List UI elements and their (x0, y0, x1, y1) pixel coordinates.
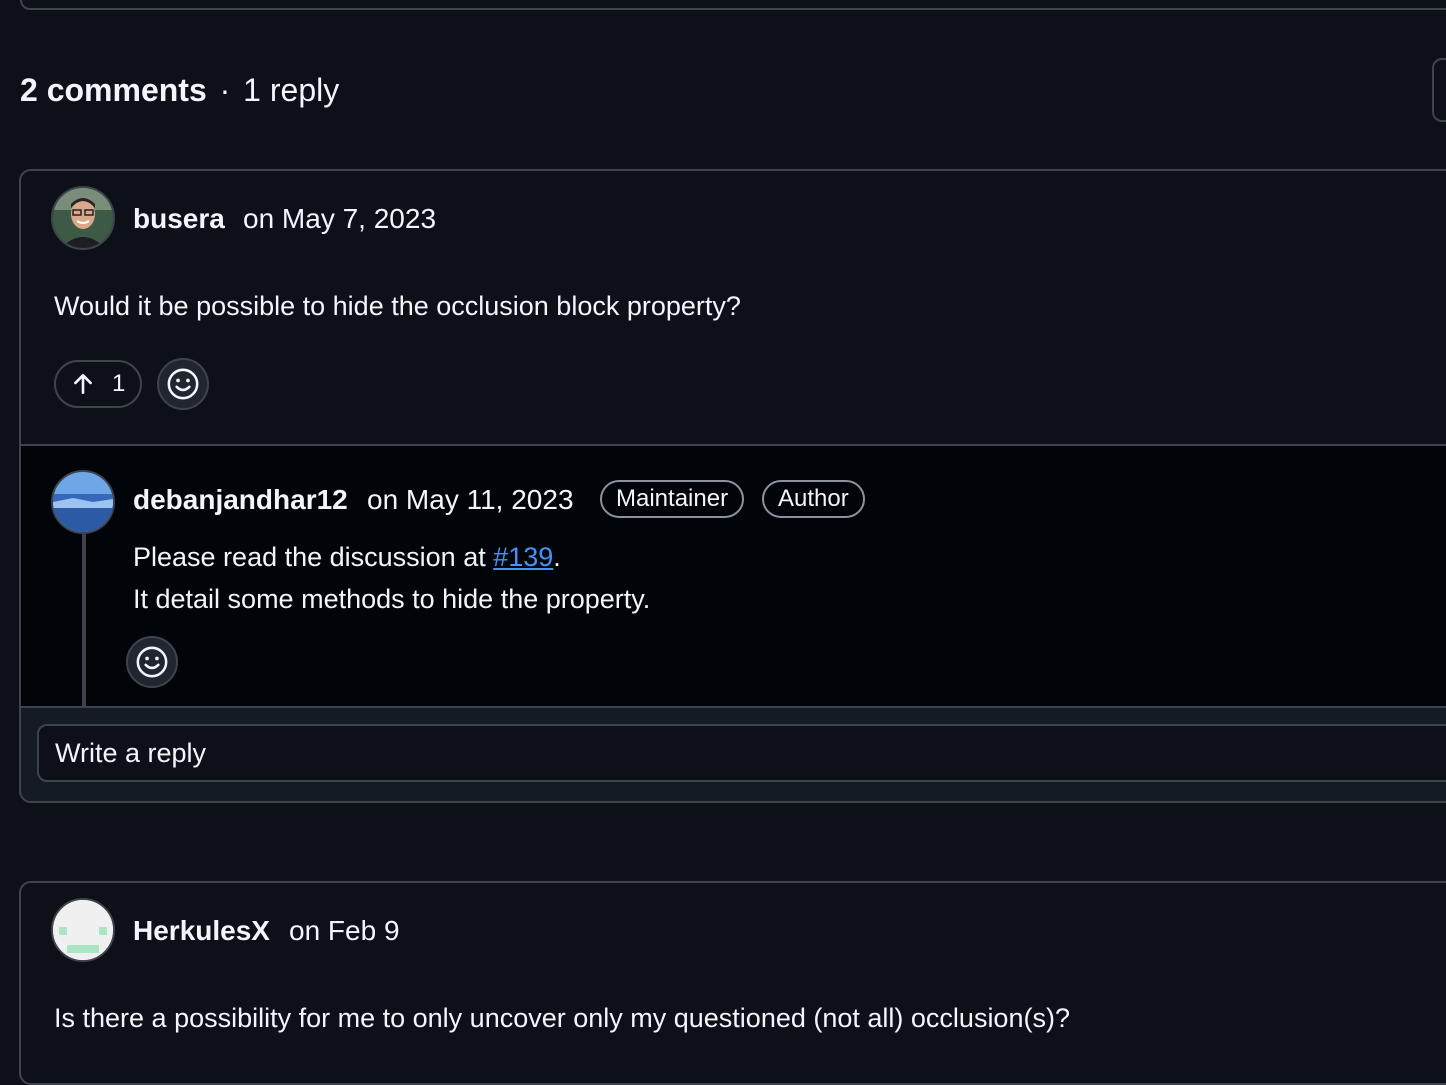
smiley-icon (136, 646, 168, 678)
comments-header: 2 comments · 1 reply (20, 70, 339, 110)
upvote-count: 1 (112, 370, 126, 397)
discussion-thread: busera on May 7, 2023 Would it be possib… (19, 169, 1446, 803)
sort-button[interactable] (1432, 58, 1446, 122)
avatar[interactable] (51, 898, 115, 962)
discussion-link[interactable]: #139 (493, 542, 553, 572)
comment-body: Would it be possible to hide the occlusi… (54, 291, 741, 321)
discussion-thread: HerkulesX on Feb 9 Is there a possibilit… (19, 881, 1446, 1085)
reply-body-punct: . (553, 542, 561, 572)
comment-date[interactable]: on May 7, 2023 (243, 201, 436, 237)
reply-section: debanjandhar12 on May 11, 2023 Maintaine… (21, 446, 1446, 707)
previous-section-box (20, 0, 1446, 10)
reply-thread-line (82, 532, 86, 707)
write-reply-input[interactable]: Write a reply (37, 724, 1446, 782)
upvote-button[interactable]: 1 (54, 360, 142, 408)
maintainer-badge: Maintainer (600, 480, 745, 518)
smiley-icon (167, 368, 199, 400)
comment-author[interactable]: busera (133, 201, 225, 237)
add-reaction-button[interactable] (157, 358, 209, 410)
replies-count: 1 reply (243, 72, 340, 108)
avatar[interactable] (51, 470, 115, 534)
reply-body-line-2: It detail some methods to hide the prope… (133, 584, 651, 614)
reply-date[interactable]: on May 11, 2023 (367, 482, 574, 518)
comment-body: Is there a possibility for me to only un… (54, 1003, 1070, 1033)
author-badge: Author (762, 480, 865, 518)
reply-body-text: Please read the discussion at (133, 542, 494, 572)
user-photo-icon (53, 188, 113, 248)
identicon-icon (53, 900, 113, 960)
comment-date[interactable]: on Feb 9 (289, 913, 400, 949)
arrow-up-icon (74, 374, 92, 394)
reply-footer: Write a reply (21, 708, 1446, 801)
reply-author[interactable]: debanjandhar12 (133, 482, 348, 518)
add-reaction-button[interactable] (126, 636, 178, 688)
comments-count: 2 comments (20, 72, 207, 108)
reply-body-line-1: Please read the discussion at #139. (133, 536, 561, 578)
comment-author[interactable]: HerkulesX (133, 913, 270, 949)
avatar[interactable] (51, 186, 115, 250)
header-separator: · (219, 72, 231, 108)
user-photo-icon (53, 472, 113, 532)
